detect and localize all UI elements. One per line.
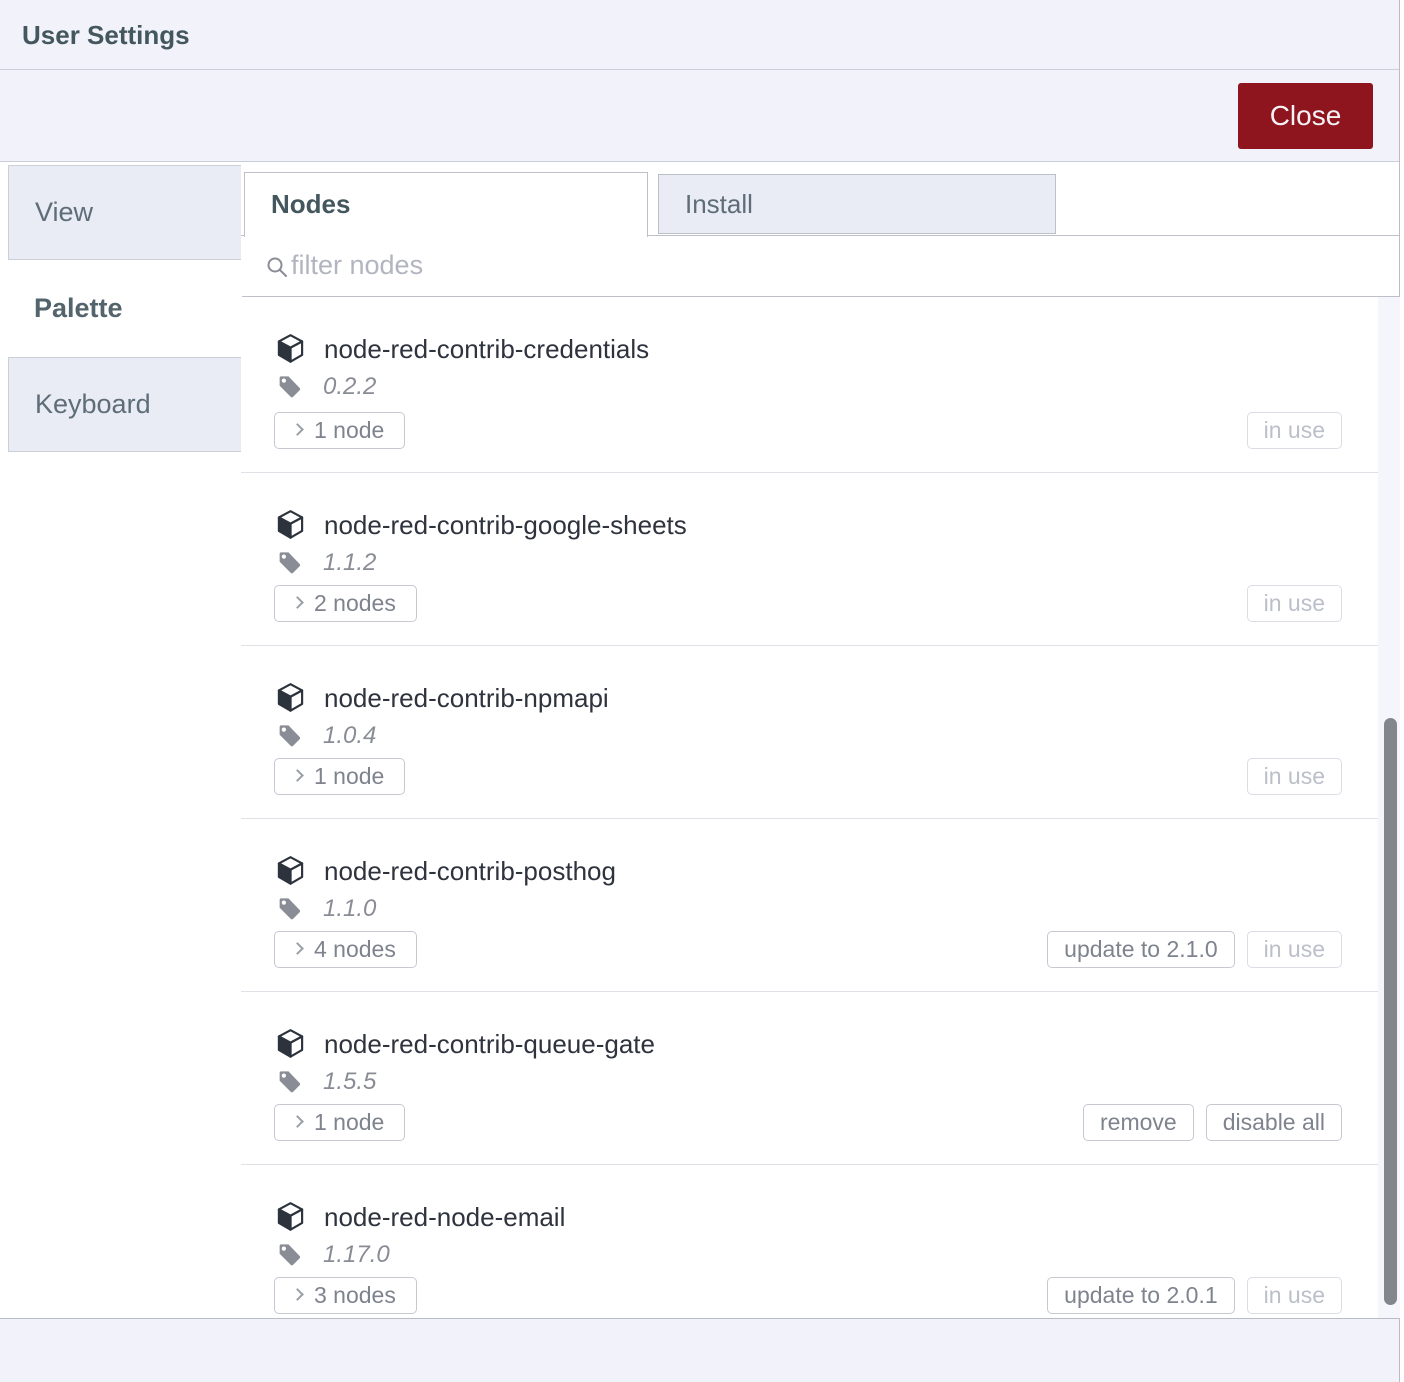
package-version: 1.5.5 bbox=[323, 1068, 376, 1096]
package-row: node-red-contrib-google-sheets 1.1.2 2 n… bbox=[241, 473, 1399, 646]
package-row: node-red-node-email 1.17.0 3 nodes updat… bbox=[241, 1165, 1399, 1319]
package-row: node-red-contrib-queue-gate 1.5.5 1 node… bbox=[241, 992, 1399, 1165]
update-button[interactable]: update to 2.0.1 bbox=[1047, 1277, 1234, 1314]
node-count-toggle[interactable]: 2 nodes bbox=[274, 585, 417, 622]
chevron-right-icon bbox=[291, 1115, 304, 1128]
package-actions: in use bbox=[1247, 412, 1342, 449]
tag-icon bbox=[279, 1071, 301, 1093]
node-count-toggle[interactable]: 4 nodes bbox=[274, 931, 417, 968]
palette-panel: Nodes Install filter nodes node-red-cont… bbox=[241, 162, 1399, 1318]
chevron-right-icon bbox=[291, 769, 304, 782]
package-row: node-red-contrib-credentials 0.2.2 1 nod… bbox=[241, 297, 1399, 473]
package-title-line: node-red-contrib-google-sheets bbox=[277, 509, 687, 541]
node-count-toggle[interactable]: 1 node bbox=[274, 412, 405, 449]
search-placeholder: filter nodes bbox=[291, 236, 423, 295]
package-version-line: 0.2.2 bbox=[279, 373, 376, 401]
package-title-line: node-red-contrib-credentials bbox=[277, 333, 649, 365]
tab-nodes[interactable]: Nodes bbox=[244, 172, 648, 237]
disable-all-button[interactable]: disable all bbox=[1206, 1104, 1342, 1141]
tag-icon bbox=[279, 376, 301, 398]
remove-button[interactable]: remove bbox=[1083, 1104, 1194, 1141]
node-count-label: 1 node bbox=[314, 1109, 384, 1136]
package-cube-icon bbox=[277, 1202, 304, 1232]
chevron-right-icon bbox=[291, 423, 304, 436]
package-actions: update to 2.0.1 in use bbox=[1047, 1277, 1342, 1314]
package-row: node-red-contrib-npmapi 1.0.4 1 node in … bbox=[241, 646, 1399, 819]
in-use-button: in use bbox=[1247, 1277, 1342, 1314]
node-count-label: 1 node bbox=[314, 763, 384, 790]
in-use-button: in use bbox=[1247, 931, 1342, 968]
package-version: 1.1.2 bbox=[323, 549, 376, 577]
package-version: 0.2.2 bbox=[323, 373, 376, 401]
package-version-line: 1.1.0 bbox=[279, 895, 376, 923]
package-version: 1.1.0 bbox=[323, 895, 376, 923]
node-count-toggle[interactable]: 3 nodes bbox=[274, 1277, 417, 1314]
package-cube-icon bbox=[277, 683, 304, 713]
node-count-label: 3 nodes bbox=[314, 1282, 396, 1309]
user-settings-dialog: User Settings Close View Palette Keyboar… bbox=[0, 0, 1400, 1382]
close-button[interactable]: Close bbox=[1238, 83, 1373, 149]
package-name: node-red-contrib-google-sheets bbox=[324, 510, 687, 541]
in-use-button: in use bbox=[1247, 585, 1342, 622]
package-actions: in use bbox=[1247, 758, 1342, 795]
sidebar-item-keyboard[interactable]: Keyboard bbox=[8, 357, 241, 452]
in-use-button: in use bbox=[1247, 758, 1342, 795]
package-name: node-red-node-email bbox=[324, 1202, 565, 1233]
in-use-button: in use bbox=[1247, 412, 1342, 449]
node-count-label: 4 nodes bbox=[314, 936, 396, 963]
chevron-right-icon bbox=[291, 1288, 304, 1301]
update-button[interactable]: update to 2.1.0 bbox=[1047, 931, 1234, 968]
tag-icon bbox=[279, 725, 301, 747]
chevron-right-icon bbox=[291, 596, 304, 609]
package-title-line: node-red-contrib-posthog bbox=[277, 855, 616, 887]
package-title-line: node-red-node-email bbox=[277, 1201, 565, 1233]
node-count-label: 2 nodes bbox=[314, 590, 396, 617]
dialog-button-bar: Close bbox=[0, 70, 1399, 162]
package-version: 1.0.4 bbox=[323, 722, 376, 750]
package-actions: remove disable all bbox=[1083, 1104, 1342, 1141]
package-name: node-red-contrib-npmapi bbox=[324, 683, 609, 714]
tab-install[interactable]: Install bbox=[658, 174, 1056, 234]
package-cube-icon bbox=[277, 1029, 304, 1059]
dialog-body: View Palette Keyboard Nodes Install filt… bbox=[0, 162, 1399, 1318]
package-row: node-red-contrib-posthog 1.1.0 4 nodes u… bbox=[241, 819, 1399, 992]
node-count-toggle[interactable]: 1 node bbox=[274, 758, 405, 795]
package-list: node-red-contrib-credentials 0.2.2 1 nod… bbox=[241, 297, 1399, 1318]
package-title-line: node-red-contrib-queue-gate bbox=[277, 1028, 655, 1060]
package-version-line: 1.0.4 bbox=[279, 722, 376, 750]
package-name: node-red-contrib-credentials bbox=[324, 334, 649, 365]
dialog-header: User Settings bbox=[0, 0, 1399, 70]
dialog-footer bbox=[0, 1318, 1399, 1382]
search-icon bbox=[265, 255, 289, 279]
package-name: node-red-contrib-posthog bbox=[324, 856, 616, 887]
palette-tabbar: Nodes Install bbox=[241, 162, 1399, 236]
package-version-line: 1.17.0 bbox=[279, 1241, 390, 1269]
filter-nodes-search[interactable]: filter nodes bbox=[241, 236, 1399, 297]
tag-icon bbox=[279, 552, 301, 574]
package-version-line: 1.5.5 bbox=[279, 1068, 376, 1096]
node-count-label: 1 node bbox=[314, 417, 384, 444]
tag-icon bbox=[279, 898, 301, 920]
scrollbar-thumb[interactable] bbox=[1384, 718, 1397, 1305]
package-title-line: node-red-contrib-npmapi bbox=[277, 682, 609, 714]
chevron-right-icon bbox=[291, 942, 304, 955]
package-cube-icon bbox=[277, 334, 304, 364]
sidebar-item-view[interactable]: View bbox=[8, 165, 241, 260]
node-count-toggle[interactable]: 1 node bbox=[274, 1104, 405, 1141]
sidebar-item-palette[interactable]: Palette bbox=[8, 260, 242, 357]
package-cube-icon bbox=[277, 510, 304, 540]
package-actions: in use bbox=[1247, 585, 1342, 622]
package-version-line: 1.1.2 bbox=[279, 549, 376, 577]
settings-sidebar: View Palette Keyboard bbox=[0, 162, 241, 1318]
dialog-title: User Settings bbox=[22, 0, 190, 70]
package-actions: update to 2.1.0 in use bbox=[1047, 931, 1342, 968]
package-version: 1.17.0 bbox=[323, 1241, 390, 1269]
package-name: node-red-contrib-queue-gate bbox=[324, 1029, 655, 1060]
package-cube-icon bbox=[277, 856, 304, 886]
tag-icon bbox=[279, 1244, 301, 1266]
